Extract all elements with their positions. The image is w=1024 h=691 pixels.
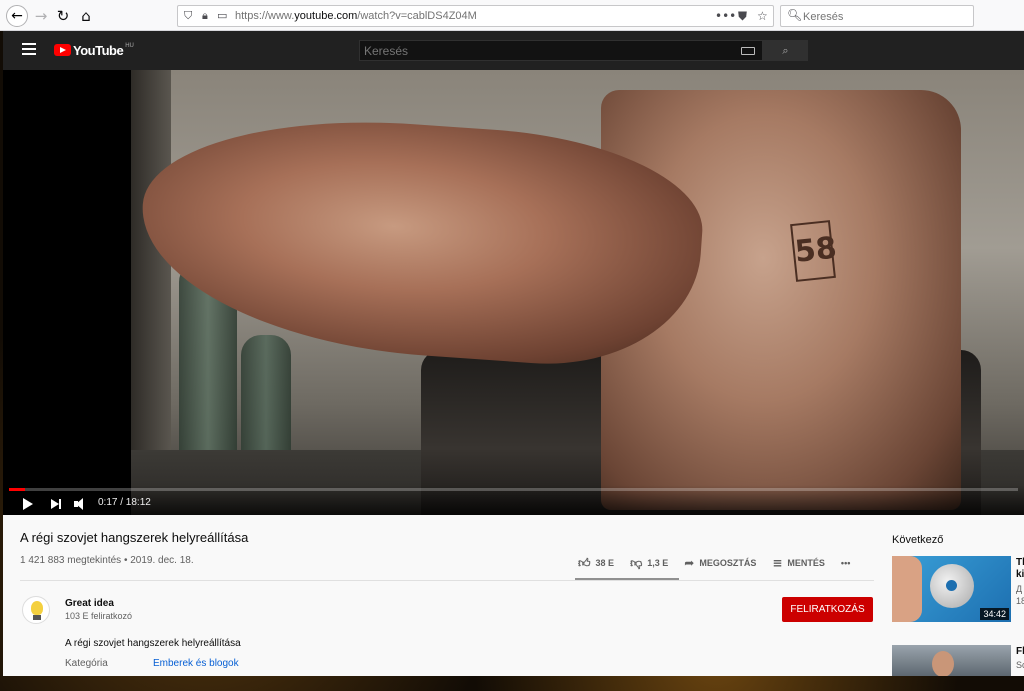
subscribe-button[interactable]: FELIRATKOZÁS <box>782 597 873 622</box>
search-icon: 🔍︎ <box>787 8 803 22</box>
page-actions-button[interactable]: ••• <box>715 9 736 23</box>
progress-fill <box>9 488 25 491</box>
video-player[interactable]: 58 0:17 / 18:12 <box>3 70 1024 515</box>
thumb-face <box>932 651 954 676</box>
play-icon[interactable] <box>23 498 33 510</box>
star-icon[interactable]: ☆ <box>757 9 768 23</box>
reload-icon[interactable]: ↻ <box>53 6 73 26</box>
lightbulb-icon <box>31 601 43 615</box>
back-arrow-icon[interactable]: ← <box>6 5 28 27</box>
like-count: 38 E <box>595 558 615 568</box>
category-label: Kategória <box>65 658 108 669</box>
thumbs-up-icon: 👍︎ <box>578 555 591 570</box>
browser-toolbar: ← → ↻ ⌂ ⛉ 🔒︎ ▭ https://www.youtube.com/w… <box>0 0 1024 31</box>
save-label: MENTÉS <box>787 558 825 568</box>
like-button[interactable]: 👍︎ 38 E <box>578 556 614 571</box>
youtube-header: YouTube HU ⌕ <box>3 31 1024 70</box>
share-button[interactable]: ➦ MEGOSZTÁS <box>684 556 756 570</box>
divider <box>20 580 874 581</box>
progress-bar[interactable] <box>9 488 1018 491</box>
youtube-page: YouTube HU ⌕ 58 <box>3 31 1024 676</box>
browser-search-input[interactable] <box>803 9 963 24</box>
forward-arrow-icon[interactable]: → <box>31 6 51 26</box>
home-icon[interactable]: ⌂ <box>76 6 96 26</box>
keyboard-icon[interactable] <box>741 47 755 55</box>
video-description: A régi szovjet hangszerek helyreállítása <box>65 638 241 649</box>
share-label: MEGOSZTÁS <box>699 558 757 568</box>
more-actions-button[interactable]: ••• <box>841 558 850 568</box>
video-frame[interactable]: 58 <box>131 70 1024 515</box>
volume-icon[interactable] <box>74 498 88 510</box>
url-text[interactable]: https://www.youtube.com/watch?v=cablDS4Z… <box>235 10 477 22</box>
lock-icon[interactable]: 🔒︎ <box>202 9 208 23</box>
thumb-finger <box>892 556 922 622</box>
video-duration: 34:42 <box>980 608 1009 620</box>
menu-icon[interactable] <box>22 43 36 55</box>
youtube-search-box[interactable] <box>359 40 763 61</box>
up-next-label: Következő <box>892 534 944 546</box>
pocket-icon[interactable]: ⛊ <box>738 9 747 24</box>
up-next-channel: Д <box>1016 584 1023 594</box>
youtube-play-icon <box>54 44 71 56</box>
dislike-count: 1,3 E <box>647 558 669 568</box>
suggested-channel: Sc <box>1016 660 1024 670</box>
permissions-icon[interactable]: ▭ <box>217 9 227 22</box>
playlist-add-icon: ≡ <box>772 556 783 570</box>
youtube-logo[interactable]: YouTube HU <box>54 42 134 58</box>
time-display: 0:17 / 18:12 <box>98 497 151 508</box>
search-icon: ⌕ <box>782 44 789 57</box>
share-arrow-icon: ➦ <box>684 556 695 570</box>
youtube-brand: YouTube <box>73 42 124 58</box>
up-next-views: 18 <box>1016 596 1024 606</box>
up-next-title[interactable]: Th <box>1016 557 1024 568</box>
thumb-coin-hole <box>946 580 957 591</box>
video-title: A régi szovjet hangszerek helyreállítása <box>20 530 249 545</box>
suggested-thumbnail[interactable] <box>892 645 1011 676</box>
shield-icon[interactable]: ⛉ <box>184 9 192 23</box>
video-wall <box>131 70 171 515</box>
more-label: ••• <box>840 558 851 568</box>
youtube-search-input[interactable] <box>364 43 734 58</box>
up-next-title-line2[interactable]: ki <box>1016 569 1024 580</box>
url-bar[interactable]: ⛉ 🔒︎ ▭ https://www.youtube.com/watch?v=c… <box>177 5 774 27</box>
lightbulb-base <box>33 615 41 620</box>
youtube-search-button[interactable]: ⌕ <box>763 40 808 61</box>
video-bottle <box>241 335 291 460</box>
suggested-title[interactable]: Fl <box>1016 646 1024 657</box>
subscriber-count: 103 E feliratkozó <box>65 611 133 621</box>
next-icon[interactable] <box>51 498 63 510</box>
video-actions: 👍︎ 38 E 👎︎ 1,3 E ➦ MEGOSZTÁS ≡ MENTÉS ••• <box>578 553 866 573</box>
channel-name[interactable]: Great idea <box>65 598 114 609</box>
region-code: HU <box>125 43 134 49</box>
thumbs-down-icon: 👎︎ <box>630 555 643 570</box>
save-button[interactable]: ≡ MENTÉS <box>772 556 825 570</box>
browser-search-bar[interactable]: 🔍︎ <box>780 5 974 27</box>
video-anvil-stamp: 58 <box>790 220 838 282</box>
channel-avatar[interactable] <box>22 596 50 624</box>
video-meta: 1 421 883 megtekintés • 2019. dec. 18. <box>20 555 194 566</box>
category-link[interactable]: Emberek és blogok <box>153 658 239 669</box>
up-next-thumbnail[interactable]: 34:42 <box>892 556 1011 622</box>
dislike-button[interactable]: 👎︎ 1,3 E <box>630 556 668 571</box>
